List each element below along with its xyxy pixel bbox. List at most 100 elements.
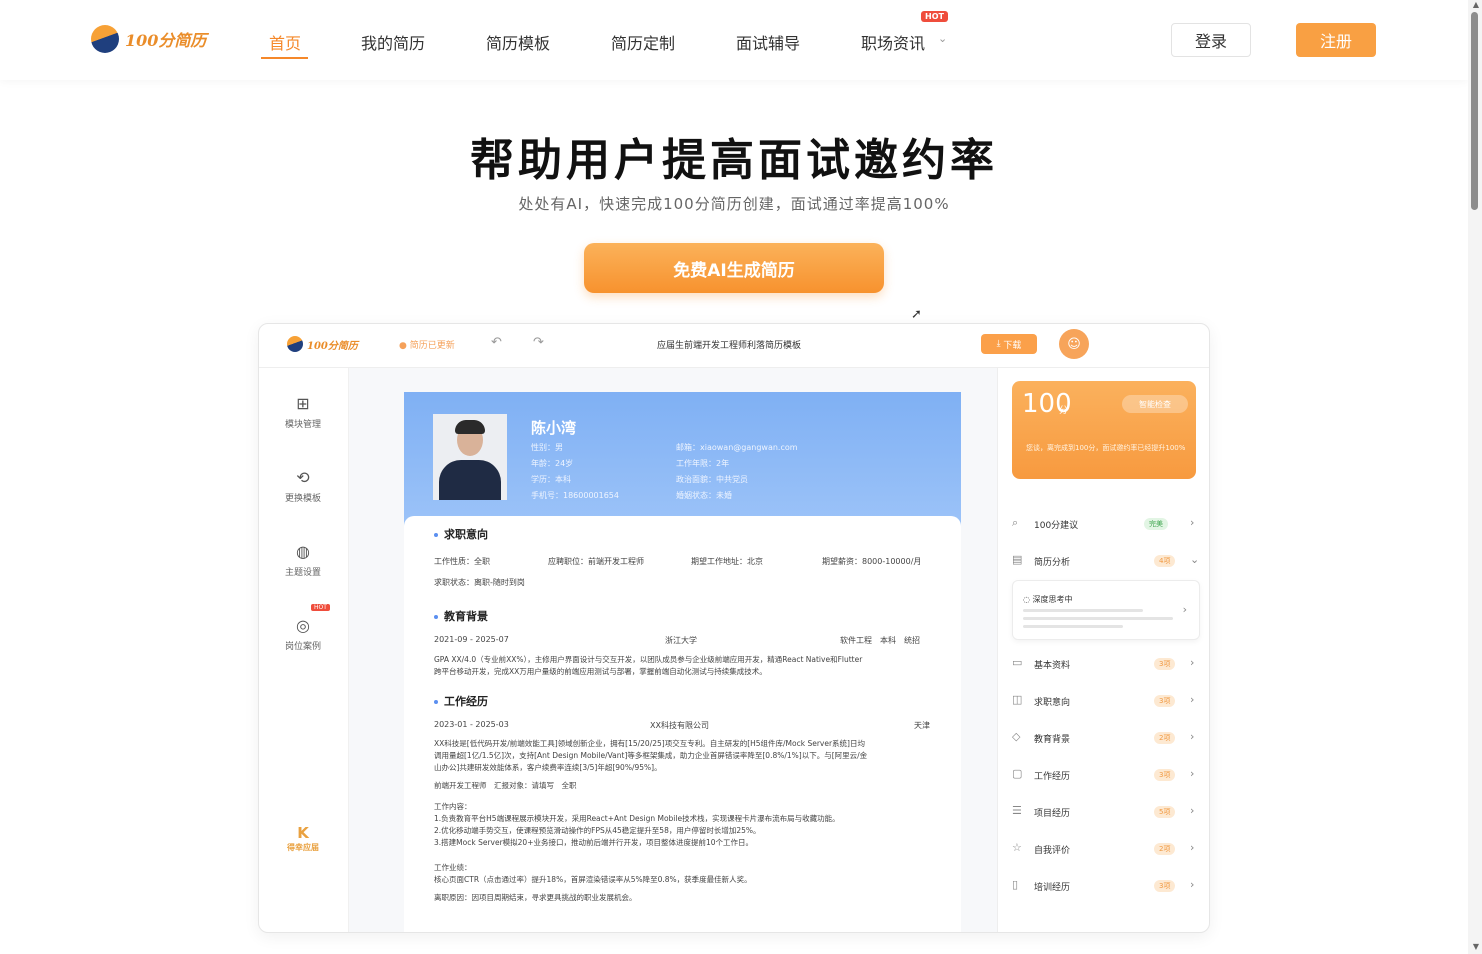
sidebar-item-label: 模块管理 (284, 420, 321, 430)
cap-icon: ◇ (1012, 730, 1021, 743)
panel-item-projects[interactable]: ☰ 项目经历 5项 › (1012, 802, 1198, 822)
edu-desc-line: 跨平台移动开发，完成XX万用户量级的前端应用测试与部署，掌握前端自动化测试与持续… (434, 667, 767, 676)
swap-icon: ⟲ (296, 468, 310, 487)
grid-icon: ⊞ (296, 394, 310, 413)
panel-item-label: 基本资料 (1034, 661, 1071, 671)
chevron-right-icon: › (1190, 841, 1195, 854)
placeholder-line (1023, 609, 1143, 612)
chevron-right-icon: › (1190, 656, 1195, 669)
smart-check-button[interactable]: 智能检查 (1122, 395, 1188, 413)
thinking-card[interactable]: ◌ 深度思考中 › (1012, 580, 1200, 640)
intent-status: 求职状态：离职-随时到岗 (434, 578, 525, 587)
editor-sidebar: ⊞ 模块管理 ⟲ 更换模板 ◍ 主题设置 HOT ◎ 岗位案例 K 得幸应届 (259, 368, 349, 932)
placeholder-line (1023, 625, 1123, 628)
resume-canvas: 陈小湾 性别：男 年龄：24岁 学历：本科 手机号：18600001654 邮箱… (349, 368, 997, 932)
save-status-text: 简历已更新 (409, 341, 455, 351)
download-button[interactable]: ⤓ 下载 (981, 334, 1037, 354)
work-desc-line: 山办公]共建研发效能体系，客户续费率连续[3/5]年超[90%/95%]。 (434, 763, 662, 772)
free-ai-generate-button[interactable]: 免费AI生成简历 (584, 243, 884, 293)
sidebar-item-change-template[interactable]: ⟲ 更换模板 (259, 468, 347, 504)
count-badge: 2项 (1154, 732, 1176, 744)
section-intent-title: 求职意向 (434, 526, 488, 542)
nav-item-home[interactable]: 首页 (269, 30, 301, 54)
intent-position: 应聘职位：前端开发工程师 (548, 557, 644, 566)
sidebar-item-label: 更换模板 (284, 494, 321, 504)
chevron-right-icon: › (1190, 767, 1195, 780)
panel-item-education[interactable]: ◇ 教育背景 2项 › (1012, 728, 1198, 748)
panel-item-label: 项目经历 (1034, 809, 1071, 819)
field-phone: 手机号：18600001654 (531, 491, 619, 500)
sidebar-item-label: 主题设置 (284, 568, 321, 578)
scroll-thumb[interactable] (1471, 12, 1478, 210)
thinking-label: ◌ 深度思考中 (1023, 595, 1073, 604)
work-content-title: 工作内容： (434, 802, 472, 811)
redo-icon[interactable]: ↷ (533, 335, 544, 350)
count-badge: 2项 (1154, 843, 1176, 855)
undo-icon[interactable]: ↶ (491, 335, 502, 350)
register-button[interactable]: 注册 (1296, 23, 1376, 57)
site-logo[interactable]: 100分简历 (91, 25, 206, 53)
chevron-right-icon: › (1190, 730, 1195, 743)
nav-item-templates[interactable]: 简历模板 (486, 30, 550, 54)
hot-badge: HOT (311, 604, 330, 611)
panel-item-training[interactable]: ▯ 培训经历 3项 › (1012, 876, 1198, 896)
panel-item-label: 培训经历 (1034, 883, 1071, 893)
count-badge: 4项 (1154, 555, 1176, 567)
panel-item-label: 教育背景 (1034, 735, 1071, 745)
section-education-title: 教育背景 (434, 608, 488, 624)
sidebar-item-theme[interactable]: ◍ 主题设置 (259, 542, 347, 578)
book-icon: ▯ (1012, 878, 1019, 891)
chevron-right-icon: › (1190, 878, 1195, 891)
nav-item-custom[interactable]: 简历定制 (611, 30, 675, 54)
intent-location: 期望工作地址：北京 (691, 557, 763, 566)
panel-item-label: 工作经历 (1034, 772, 1071, 782)
panel-item-suggestions[interactable]: ⌕ 100分建议 完美 › (1012, 514, 1198, 534)
bag-icon: ◫ (1012, 693, 1023, 706)
work-desc-line: 调用量超[1亿/1.5亿]次，支持[Ant Design Mobile/Vant… (434, 751, 868, 760)
resume-paper[interactable]: 陈小湾 性别：男 年龄：24岁 学历：本科 手机号：18600001654 邮箱… (404, 392, 961, 932)
field-gender: 性别：男 (531, 443, 563, 452)
brand-text: 得幸应届 (287, 843, 319, 852)
intent-salary: 期望薪资：8000-10000/月 (822, 557, 922, 566)
panel-item-job-intent[interactable]: ◫ 求职意向 3项 › (1012, 691, 1198, 711)
palette-icon: ◍ (296, 542, 310, 561)
panel-item-label: 简历分析 (1034, 558, 1071, 568)
work-content-item: 2.优化移动端手势交互，使课程预览滑动操作的FPS从45稳定提升至58，用户停留… (434, 826, 761, 835)
scroll-down-arrow-icon[interactable]: ▼ (1473, 942, 1479, 951)
download-icon: ⤓ (996, 339, 1001, 349)
edu-desc-line: GPA XX/4.0（专业前XX%），主修用户界面设计与交互开发，以团队成员参与… (434, 655, 863, 664)
panel-item-basic-info[interactable]: ▭ 基本资料 3项 › (1012, 654, 1198, 674)
scroll-up-arrow-icon[interactable]: ▲ (1473, 0, 1479, 9)
edu-major: 软件工程 本科 统招 (840, 636, 920, 645)
sidebar-item-modules[interactable]: ⊞ 模块管理 (259, 394, 347, 430)
work-content-item: 1.负责教育平台H5端课程展示模块开发，采用React+Ant Design M… (434, 814, 840, 823)
count-badge: 3项 (1154, 658, 1176, 670)
case-icon: ◎ (296, 616, 310, 635)
document-title: 应届生前端开发工程师利落简历模板 (657, 341, 802, 351)
user-avatar[interactable]: ☺ (1059, 329, 1089, 359)
editor-toolbar: 100分简历 ● 简历已更新 ↶ ↷ 应届生前端开发工程师利落简历模板 ⤓ 下载… (259, 324, 1209, 368)
logo-mark-icon (287, 336, 303, 352)
count-badge: 3项 (1154, 695, 1176, 707)
work-meta: 前端开发工程师 汇报对象：请填写 全职 (434, 781, 577, 790)
page-scrollbar[interactable]: ▲ ▼ (1468, 0, 1482, 954)
hero-subtitle: 处处有AI，快速完成100分简历创建，面试通过率提高100% (518, 195, 950, 213)
nav-item-my-resume[interactable]: 我的简历 (361, 30, 425, 54)
chevron-right-icon: › (1190, 693, 1195, 706)
panel-item-label: 求职意向 (1034, 698, 1071, 708)
work-city: 天津 (914, 721, 930, 730)
search-icon: ⌕ (1012, 516, 1019, 529)
login-button[interactable]: 登录 (1171, 23, 1251, 57)
hot-badge: HOT (921, 11, 948, 22)
chevron-down-icon[interactable]: ⌄ (938, 32, 947, 45)
panel-item-self-evaluation[interactable]: ☆ 自我评价 2项 › (1012, 839, 1198, 859)
panel-item-label: 100分建议 (1034, 521, 1079, 531)
chevron-right-icon: › (1190, 516, 1195, 529)
sidebar-item-job-cases[interactable]: ◎ 岗位案例 (259, 616, 347, 652)
panel-item-work[interactable]: ▢ 工作经历 3项 › (1012, 765, 1198, 785)
panel-item-analysis[interactable]: ▤ 简历分析 4项 ⌄ (1012, 551, 1199, 571)
nav-item-career-news[interactable]: 职场资讯 (861, 30, 925, 54)
profile-photo (433, 414, 507, 500)
section-work-title: 工作经历 (434, 693, 488, 709)
nav-item-interview[interactable]: 面试辅导 (736, 30, 800, 54)
